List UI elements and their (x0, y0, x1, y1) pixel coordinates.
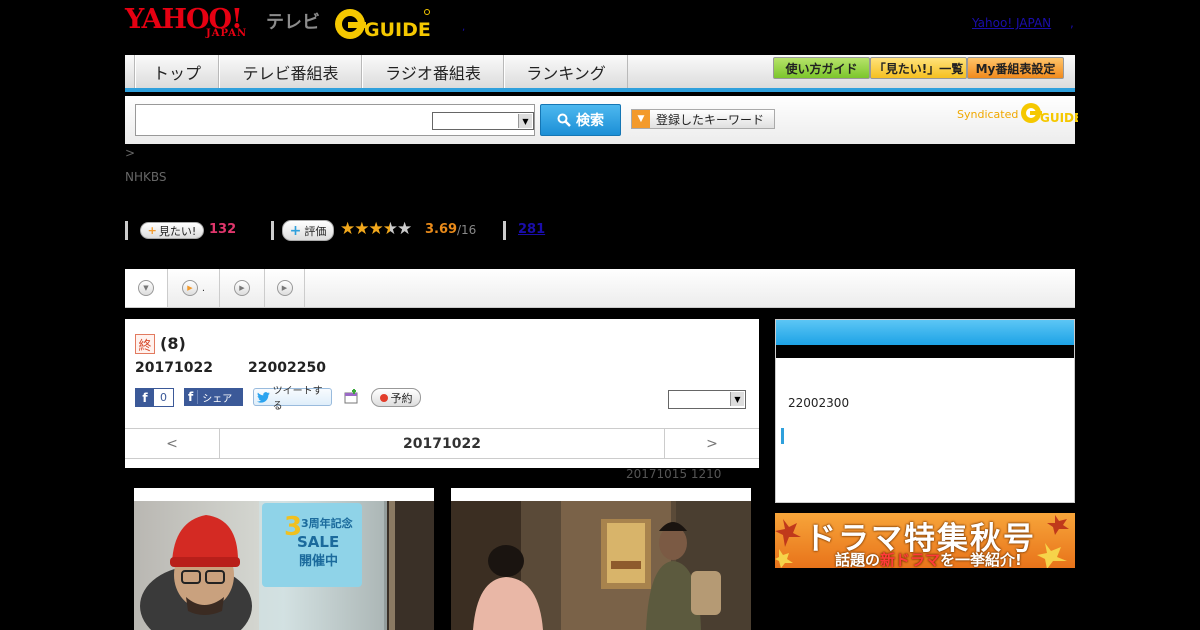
gguide-logo[interactable]: GUIDE (334, 6, 430, 42)
header-small-link[interactable]: , (462, 22, 465, 33)
rating-score: 3.69 (425, 222, 458, 237)
photo-1-image: 3 3周年記念 SALE 開催中 (134, 501, 434, 630)
tab-2[interactable]: ▶ (220, 269, 265, 307)
sale-poster-line2: SALE (297, 533, 339, 551)
nav-left-edge (125, 55, 135, 88)
usage-guide-button[interactable]: 使い方ガイド (773, 57, 870, 79)
tv-logo[interactable]: テレビ (266, 8, 320, 34)
syndicated-gguide-badge: Syndicated GUIDE (957, 102, 1078, 126)
play-icon: ▶ (234, 280, 250, 296)
tweet-button[interactable]: ツイートする (253, 386, 332, 412)
plus-icon: + (147, 224, 157, 237)
date-navigation: < 20171022 > (125, 428, 759, 459)
banner-sub-b: 新ドラマ (880, 551, 941, 568)
stat-divider (503, 221, 506, 240)
yahoo-japan-logo-sub: JAPAN (206, 28, 248, 39)
program-tabs: ▼ ▶ . ▶ ▶ (125, 269, 1075, 308)
play-icon: ▶ (276, 280, 293, 296)
tab-overview[interactable]: ▼ (125, 269, 168, 307)
search-bar: ▼ 検索 ▼ 登録したキーワード Syndicated GUIDE (125, 96, 1078, 144)
search-button[interactable]: 検索 (540, 104, 621, 136)
photo-2-image (451, 501, 751, 630)
yahoo-japan-link[interactable]: Yahoo! JAPAN (972, 16, 1051, 30)
facebook-icon: f (188, 390, 199, 404)
mitai-count: 132 (209, 222, 237, 237)
search-button-label: 検索 (576, 113, 604, 129)
play-icon: ▶ (181, 280, 198, 296)
episode-number: (8) (160, 334, 186, 353)
sidebar-accent-bar (781, 428, 784, 444)
reserve-button[interactable]: 予約 (371, 388, 421, 407)
nav-tab-tv-listings[interactable]: テレビ番組表 (219, 55, 362, 88)
facebook-like-count: 0 (160, 391, 167, 404)
banner-sub-a: 話題の (835, 551, 881, 568)
my-listing-settings-button[interactable]: My番組表設定 (967, 57, 1064, 79)
nav-tab-ranking[interactable]: ランキング (504, 55, 628, 88)
broadcast-date: 20171022 (135, 360, 213, 376)
sidebar-box-header (776, 320, 1074, 345)
search-category-select[interactable]: ▼ (432, 112, 534, 130)
chevron-down-icon: ▼ (730, 392, 744, 406)
tab-1[interactable]: ▶ . (168, 269, 220, 307)
facebook-like-button[interactable]: f 0 (135, 388, 174, 407)
tab-1-label: . (201, 282, 206, 294)
global-nav: トップ テレビ番組表 ラジオ番組表 ランキング 使い方ガイド 「見たい!」一覧 … (125, 55, 1075, 92)
svg-text:GUIDE: GUIDE (1040, 111, 1078, 125)
facebook-icon: f (136, 389, 154, 406)
nav-tab-radio-listings[interactable]: ラジオ番組表 (362, 55, 504, 88)
facebook-share-label: シェア (202, 393, 233, 405)
record-dot-icon (379, 393, 388, 402)
twitter-bird-icon (257, 391, 270, 403)
tab-3[interactable]: ▶ (265, 269, 305, 307)
broadcast-time: 22002250 (248, 360, 326, 376)
search-icon (557, 113, 571, 127)
stat-divider (125, 221, 128, 240)
prev-date-button[interactable]: < (125, 429, 220, 458)
drama-special-banner[interactable]: ドラマ特集秋号 話題の新ドラマを一挙紹介! (775, 513, 1075, 568)
nav-tab-top[interactable]: トップ (135, 55, 219, 88)
sidebar-box-subheader (776, 345, 1074, 358)
banner-subtitle: 話題の新ドラマを一挙紹介! (835, 549, 1022, 568)
registered-keyword-label: 登録したキーワード (656, 112, 765, 127)
sale-poster-line3: 開催中 (299, 553, 338, 569)
current-nav-date: 20171022 (403, 435, 481, 452)
breadcrumb[interactable]: > (125, 146, 135, 160)
mitai-list-button[interactable]: 「見たい!」一覧 (870, 57, 967, 79)
sidebar-box: 22002300 (775, 319, 1075, 503)
next-date-button[interactable]: > (664, 429, 759, 458)
station-name: NHKBS (125, 170, 167, 184)
rating-stars: ★★★★★ (340, 219, 412, 239)
add-calendar-icon[interactable] (344, 389, 359, 404)
program-photo-2[interactable] (451, 488, 751, 630)
chevron-down-icon: ▼ (138, 280, 154, 296)
banner-sub-c: を一挙紹介! (940, 551, 1022, 568)
triangle-down-icon: ▼ (632, 110, 650, 128)
stat-divider (271, 221, 274, 240)
update-timestamp: 20171015 1210 (626, 467, 722, 481)
registered-keyword-button[interactable]: ▼ 登録したキーワード (631, 109, 775, 129)
header-trailing-link[interactable]: , (1070, 16, 1074, 30)
chevron-down-icon: ▼ (518, 114, 532, 128)
facebook-share-button[interactable]: f シェア (184, 388, 243, 406)
evaluate-label: 評価 (304, 224, 327, 238)
gguide-small-logo-icon: GUIDE (1021, 103, 1078, 125)
mitai-button[interactable]: + 見たい! (140, 222, 204, 239)
program-panel: 終 (8) 20171022 22002250 f 0 f シェア ツイートする… (125, 319, 759, 468)
syndicated-label: Syndicated (957, 107, 1019, 121)
svg-text:GUIDE: GUIDE (364, 19, 430, 41)
final-episode-badge: 終 (135, 334, 155, 354)
sidebar-box-time: 22002300 (788, 396, 850, 410)
evaluate-button[interactable]: + 評価 (282, 220, 334, 241)
plus-icon: + (289, 222, 302, 239)
reserve-label: 予約 (390, 391, 413, 405)
mitai-label: 見たい! (158, 224, 197, 238)
rating-count: /16 (457, 223, 477, 237)
program-action-select[interactable]: ▼ (668, 390, 746, 409)
review-count-link[interactable]: 281 (518, 222, 545, 237)
program-photo-1[interactable]: 3 3周年記念 SALE 開催中 (134, 488, 434, 630)
sale-poster-line1: 3周年記念 (301, 516, 354, 530)
tweet-label: ツイートする (272, 386, 323, 412)
